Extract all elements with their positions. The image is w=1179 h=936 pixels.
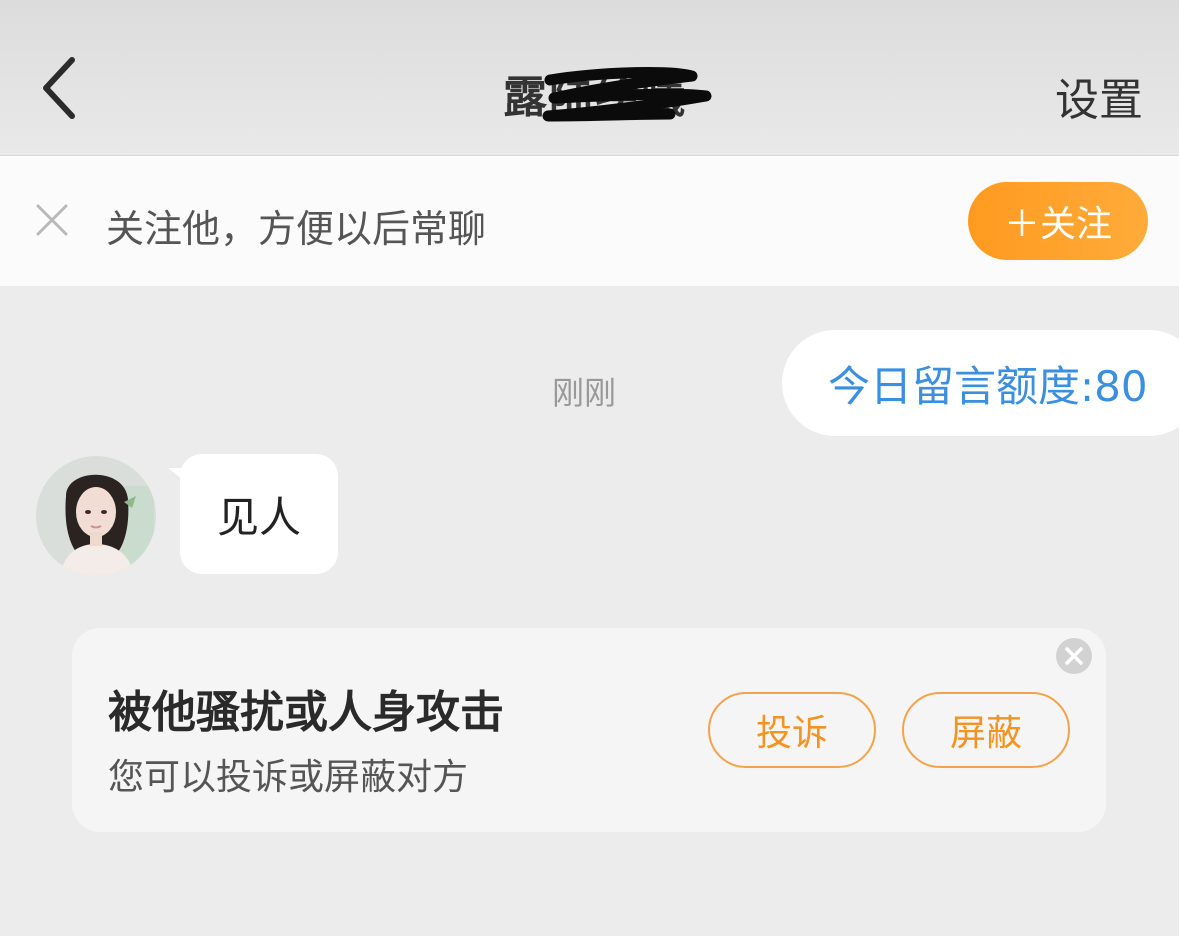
card-subtitle: 您可以投诉或屏蔽对方 <box>108 757 469 798</box>
close-icon[interactable] <box>34 202 70 238</box>
avatar[interactable] <box>36 456 156 576</box>
message-bubble[interactable]: 见人 <box>180 454 338 574</box>
page-title: 露陆绘曦 <box>503 72 687 123</box>
report-button[interactable]: 投诉 <box>708 692 876 768</box>
follow-prompt-text: 关注他，方便以后常聊 <box>106 207 487 251</box>
card-title: 被他骚扰或人身攻击 <box>108 687 504 738</box>
avatar-image <box>36 456 156 576</box>
follow-button[interactable]: ＋关注 <box>968 182 1148 260</box>
quota-notice: 今日留言额度:80 <box>782 330 1179 436</box>
chat-screen: 露陆绘曦 设置 关注他，方便以后常聊 ＋关注 今日留言额度:80 刚刚 见人 被… <box>0 0 1179 936</box>
block-button[interactable]: 屏蔽 <box>902 692 1070 768</box>
nav-header: 露陆绘曦 设置 <box>0 0 1179 156</box>
chevron-left-icon <box>43 57 75 119</box>
close-circle-icon[interactable] <box>1055 637 1093 675</box>
message-timestamp: 刚刚 <box>552 374 617 412</box>
page-title-area: 露陆绘曦 <box>470 58 720 128</box>
settings-button[interactable]: 设置 <box>1055 64 1143 128</box>
back-button[interactable] <box>28 52 88 124</box>
